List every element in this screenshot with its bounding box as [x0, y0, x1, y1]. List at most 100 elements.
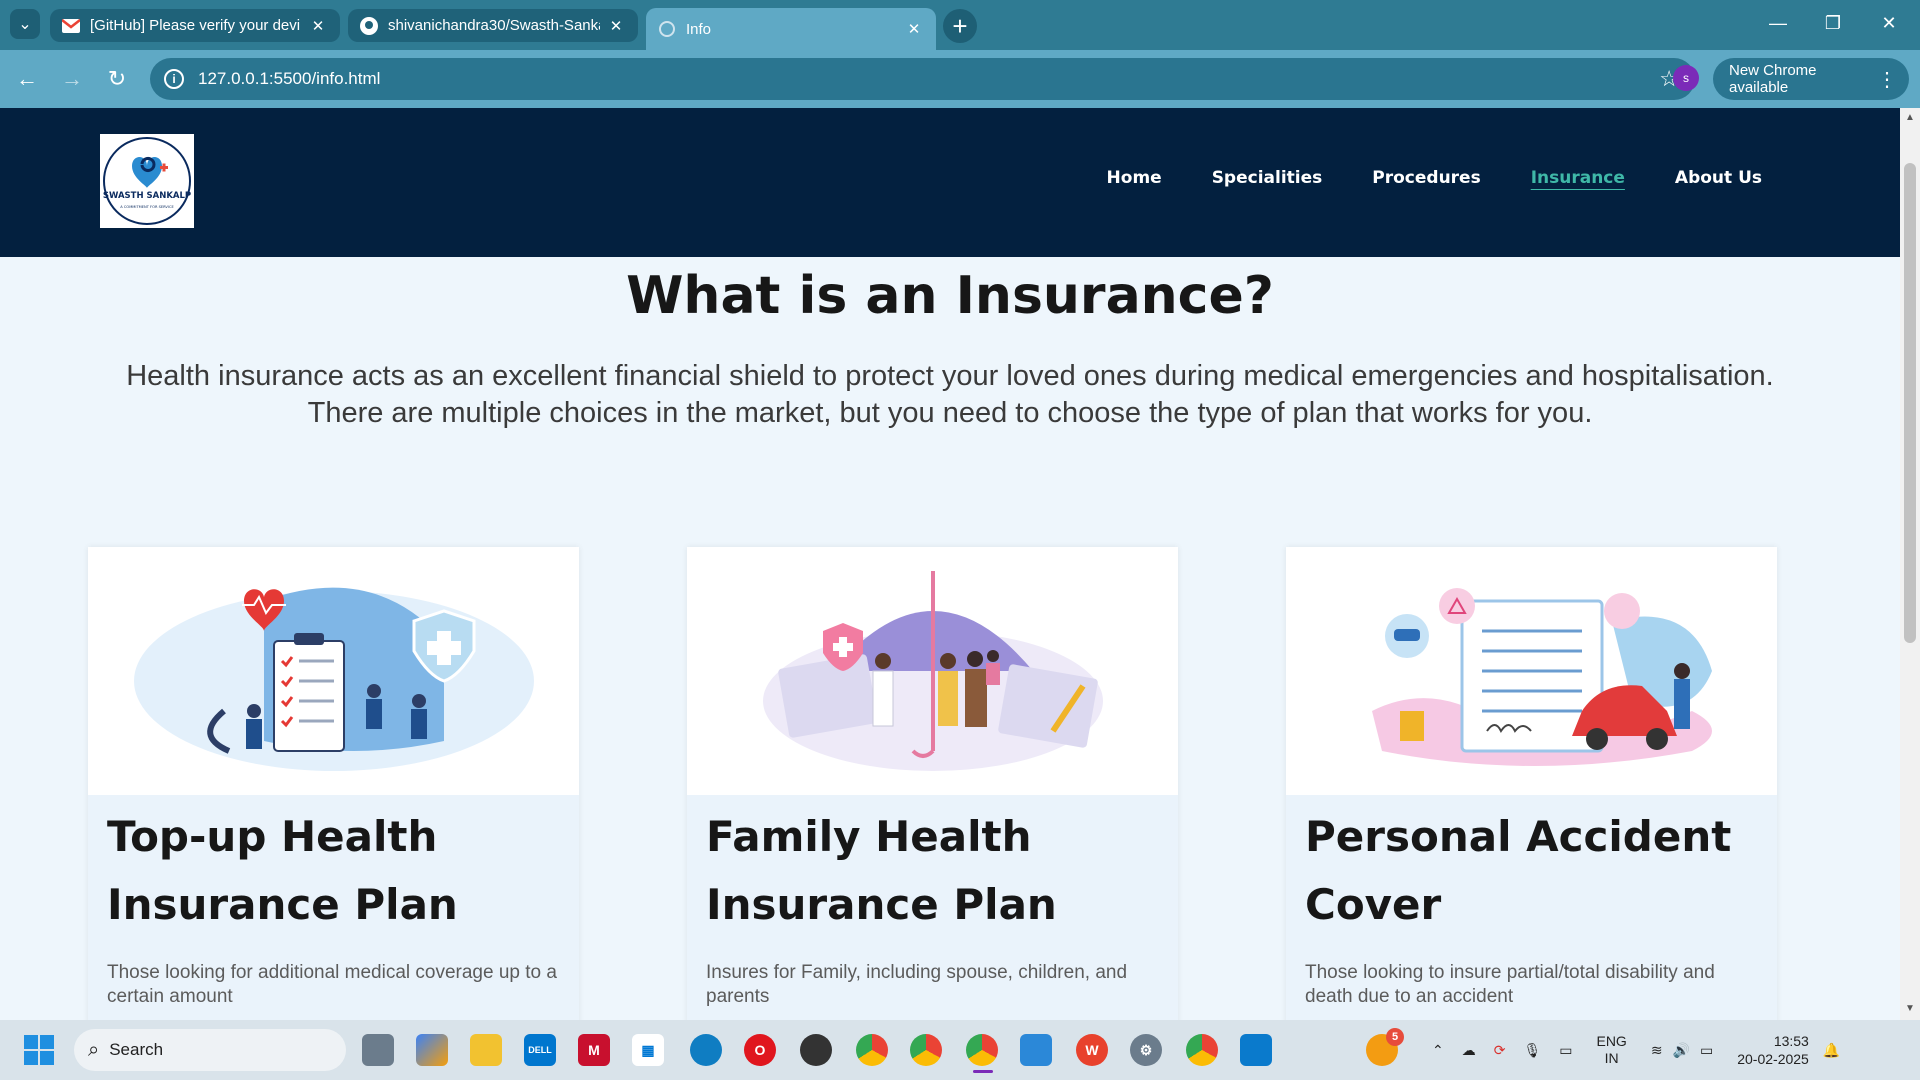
- restore-button[interactable]: ❐: [1810, 8, 1856, 38]
- browser-tab-gmail[interactable]: [GitHub] Please verify your devi ✕: [50, 9, 340, 42]
- wps-office-icon[interactable]: W: [1076, 1034, 1108, 1066]
- language-region: IN: [1604, 1050, 1619, 1066]
- page-title: What is an Insurance?: [626, 266, 1274, 326]
- chrome-profile-3-icon[interactable]: [1186, 1034, 1218, 1066]
- insurance-card-topup[interactable]: Top-up Health Insurance Plan Those looki…: [88, 547, 579, 1020]
- chrome-profile-1-icon[interactable]: [856, 1034, 888, 1066]
- vscode-icon[interactable]: [1240, 1034, 1272, 1066]
- wifi-icon[interactable]: ≋: [1651, 1042, 1663, 1059]
- search-icon: ⌕: [88, 1038, 100, 1061]
- nav-procedures[interactable]: Procedures: [1372, 168, 1480, 188]
- scrollbar-thumb[interactable]: [1904, 163, 1916, 643]
- notifications-bell-icon[interactable]: 🔔: [1823, 1042, 1840, 1059]
- clock-time: 13:53: [1773, 1033, 1809, 1049]
- language-indicator[interactable]: ENG IN: [1596, 1033, 1626, 1067]
- page-scrollbar[interactable]: ▲ ▼: [1900, 108, 1920, 1020]
- card-description: Those looking for additional medical cov…: [107, 962, 557, 1007]
- browser-tab-info[interactable]: Info ✕: [646, 8, 936, 50]
- task-view-icon[interactable]: [362, 1034, 394, 1066]
- notification-badge: 5: [1386, 1028, 1404, 1046]
- svg-text:SWASTH SANKALP: SWASTH SANKALP: [103, 191, 191, 201]
- keyboard-icon[interactable]: ▭: [1559, 1042, 1572, 1059]
- address-bar[interactable]: i 127.0.0.1:5500/info.html ☆: [150, 58, 1695, 100]
- more-menu-icon[interactable]: ⋮: [1877, 67, 1897, 92]
- card-description: Those looking to insure partial/total di…: [1305, 962, 1715, 1007]
- opera-icon[interactable]: O: [744, 1034, 776, 1066]
- onedrive-icon[interactable]: ☁: [1462, 1042, 1476, 1059]
- settings-gear-icon[interactable]: ⚙: [1130, 1034, 1162, 1066]
- browser-tab-strip: ⌄ [GitHub] Please verify your devi ✕ shi…: [0, 0, 1920, 50]
- dell-icon[interactable]: DELL: [524, 1034, 556, 1066]
- clock[interactable]: 13:53 20-02-2025: [1737, 1032, 1809, 1068]
- chrome-profile-2-icon[interactable]: [910, 1034, 942, 1066]
- site-header: SWASTH SANKALP A COMMITMENT FOR SERVICE …: [0, 108, 1900, 257]
- github-icon: [360, 16, 378, 35]
- url-text[interactable]: 127.0.0.1:5500/info.html: [198, 69, 1659, 89]
- mcafee-icon[interactable]: M: [578, 1034, 610, 1066]
- info-icon[interactable]: i: [164, 69, 184, 89]
- scroll-down-icon[interactable]: ▼: [1905, 1003, 1915, 1014]
- insurance-card-accident[interactable]: Personal Accident Cover Those looking to…: [1286, 547, 1777, 1020]
- tab-search-button[interactable]: ⌄: [10, 9, 40, 39]
- chevron-up-icon[interactable]: ⌃: [1432, 1042, 1444, 1059]
- globe-icon: [658, 20, 676, 38]
- active-window-indicator: [973, 1070, 993, 1073]
- reload-icon: ↻: [107, 66, 127, 91]
- svg-text:A COMMITMENT FOR SERVICE: A COMMITMENT FOR SERVICE: [120, 205, 174, 209]
- clock-date: 20-02-2025: [1737, 1051, 1809, 1067]
- forward-button[interactable]: →: [55, 62, 89, 96]
- insurance-card-family[interactable]: Family Health Insurance Plan Insures for…: [687, 547, 1178, 1020]
- microsoft-store-icon[interactable]: ▦: [632, 1034, 664, 1066]
- browser-tab-github[interactable]: shivanichandra30/Swasth-Sanka ✕: [348, 9, 638, 42]
- taskbar-search[interactable]: ⌕ Search: [74, 1029, 346, 1071]
- weather-widget-icon[interactable]: 5: [1366, 1028, 1404, 1066]
- back-button[interactable]: ←: [10, 62, 44, 96]
- edge-icon[interactable]: [690, 1034, 722, 1066]
- site-logo[interactable]: SWASTH SANKALP A COMMITMENT FOR SERVICE: [100, 134, 194, 228]
- plus-icon: +: [952, 11, 968, 41]
- nav-about-us[interactable]: About Us: [1675, 168, 1762, 188]
- update-chrome-button[interactable]: New Chrome available ⋮: [1713, 58, 1909, 100]
- web-page: SWASTH SANKALP A COMMITMENT FOR SERVICE …: [0, 108, 1900, 1020]
- start-tile: [24, 1035, 38, 1049]
- close-icon: ✕: [1881, 12, 1897, 33]
- nav-home[interactable]: Home: [1107, 168, 1162, 188]
- arrow-left-icon: ←: [16, 66, 38, 91]
- close-icon[interactable]: ✕: [606, 16, 626, 36]
- chrome-active-icon[interactable]: [966, 1034, 998, 1066]
- microphone-icon[interactable]: 🎙: [1523, 1042, 1541, 1059]
- minimize-button[interactable]: —: [1755, 8, 1801, 38]
- start-tile: [40, 1051, 54, 1065]
- windows-taskbar: ⌕ Search DELL M ▦ O W ⚙ 5 ⌃ ☁ ⟳ 🎙 ▭ ENG …: [0, 1020, 1920, 1080]
- update-label: New Chrome available: [1729, 62, 1817, 96]
- tab-title: [GitHub] Please verify your devi: [90, 17, 301, 34]
- windows-start-button[interactable]: [24, 1035, 54, 1065]
- sync-icon[interactable]: ⟳: [1494, 1042, 1506, 1059]
- reload-button[interactable]: ↻: [100, 62, 134, 96]
- profile-avatar[interactable]: s: [1673, 65, 1699, 91]
- photos-icon[interactable]: [1020, 1034, 1052, 1066]
- volume-icon[interactable]: 🔊: [1673, 1042, 1690, 1059]
- close-window-button[interactable]: ✕: [1866, 8, 1912, 38]
- gmail-icon: [62, 17, 80, 35]
- nav-insurance[interactable]: Insurance: [1531, 168, 1625, 188]
- close-icon[interactable]: ✕: [308, 16, 328, 36]
- obs-icon[interactable]: [800, 1034, 832, 1066]
- language-code: ENG: [1596, 1033, 1627, 1049]
- system-tray: ⌃ ☁ ⟳ 🎙 ▭ ENG IN ≋ 🔊 ▭ 13:53 20-02-2025 …: [1432, 1020, 1840, 1080]
- restore-icon: ❐: [1824, 12, 1842, 33]
- close-icon[interactable]: ✕: [904, 19, 924, 39]
- new-tab-button[interactable]: +: [943, 9, 977, 43]
- scroll-up-icon[interactable]: ▲: [1905, 112, 1915, 123]
- tab-title: shivanichandra30/Swasth-Sanka: [388, 17, 600, 34]
- family-illustration: [687, 547, 1178, 795]
- accident-illustration: [1286, 547, 1777, 795]
- start-tile: [40, 1035, 54, 1049]
- copilot-icon[interactable]: [416, 1034, 448, 1066]
- main-nav: Home Specialities Procedures Insurance A…: [1107, 168, 1762, 188]
- topup-illustration: [88, 547, 579, 795]
- battery-icon[interactable]: ▭: [1700, 1042, 1713, 1059]
- file-explorer-icon[interactable]: [470, 1034, 502, 1066]
- tab-title: Info: [686, 20, 712, 38]
- nav-specialities[interactable]: Specialities: [1212, 168, 1323, 188]
